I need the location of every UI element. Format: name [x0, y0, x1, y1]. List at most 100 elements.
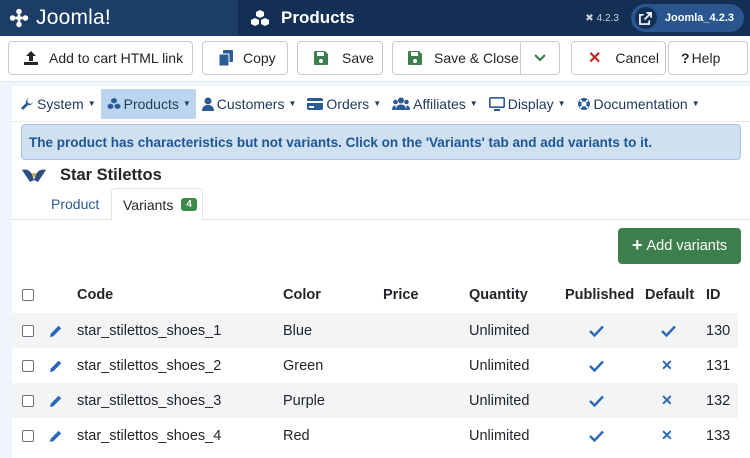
table-row: star_stilettos_shoes_4 Red Unlimited ✕ 133: [12, 418, 738, 453]
menu-orders-label: Orders: [326, 95, 370, 112]
not-default-cross-icon[interactable]: ✕: [661, 383, 673, 418]
published-check-icon[interactable]: [589, 418, 604, 453]
row-select-cell: [22, 418, 34, 453]
edit-pencil-icon[interactable]: [49, 383, 63, 418]
col-quantity[interactable]: Quantity: [469, 278, 528, 312]
edit-pencil-icon[interactable]: [49, 418, 63, 453]
variant-code[interactable]: star_stilettos_shoes_4: [77, 418, 221, 453]
table-header: Code Color Price Quantity Published Defa…: [12, 278, 750, 312]
monitor-icon: [488, 96, 505, 111]
menu-documentation-label: Documentation: [593, 95, 688, 112]
copy-label: Copy: [243, 50, 276, 66]
tab-variants-label: Variants: [123, 196, 174, 213]
row-checkbox[interactable]: [22, 429, 34, 442]
row-select-cell: [22, 383, 34, 418]
save-icon: [408, 51, 422, 65]
save-close-label: Save & Close: [434, 50, 519, 66]
cancel-button[interactable]: ✕ Cancel: [571, 41, 666, 75]
add-to-cart-link-button[interactable]: Add to cart HTML link: [8, 41, 193, 75]
question-icon: ?: [681, 50, 690, 66]
variant-id: 133: [706, 427, 731, 444]
col-price[interactable]: Price: [383, 278, 418, 312]
menu-documentation[interactable]: Documentation ▼: [571, 89, 705, 119]
select-all-checkbox[interactable]: [22, 289, 34, 301]
menu-products[interactable]: Products ▼: [100, 88, 196, 119]
lifebuoy-icon: [577, 97, 590, 110]
col-color[interactable]: Color: [283, 278, 321, 312]
brand-name: Joomla!: [36, 6, 111, 29]
variant-quantity: Unlimited: [469, 357, 530, 374]
not-default-cross-icon[interactable]: ✕: [661, 348, 673, 383]
row-select-cell: [22, 348, 34, 383]
row-checkbox[interactable]: [22, 394, 34, 407]
wrench-icon: [21, 97, 33, 110]
col-code[interactable]: Code: [77, 278, 113, 312]
copy-button[interactable]: Copy: [202, 41, 288, 75]
variant-code[interactable]: star_stilettos_shoes_3: [77, 383, 221, 418]
save-dropdown-toggle[interactable]: [521, 42, 559, 74]
variant-color: Green: [283, 357, 324, 374]
menu-display-label: Display: [507, 95, 554, 112]
product-header: Star Stilettos: [20, 163, 162, 187]
toolbar: Add to cart HTML link Copy Save Save & C…: [0, 36, 750, 82]
col-id[interactable]: ID: [706, 278, 721, 312]
page-title: Products: [281, 8, 355, 27]
joomla-logo[interactable]: Joomla!: [0, 0, 238, 36]
cubes-icon: [251, 10, 269, 26]
variant-quantity: Unlimited: [469, 322, 530, 339]
row-checkbox[interactable]: [22, 359, 34, 372]
variant-color: Red: [283, 427, 310, 444]
published-check-icon[interactable]: [589, 383, 604, 418]
user-icon: [201, 97, 214, 111]
col-default[interactable]: Default: [645, 278, 694, 312]
menu-customers[interactable]: Customers ▼: [196, 89, 302, 119]
help-button[interactable]: ? Help: [668, 41, 748, 75]
save-close-button-group: Save & Close: [392, 41, 560, 75]
variant-color: Blue: [283, 322, 313, 339]
menu-orders[interactable]: Orders ▼: [301, 89, 386, 119]
component-menu: System ▼ Products ▼ Customers ▼ Orders ▼ Aff…: [12, 86, 750, 122]
caret-icon: ▼: [469, 99, 478, 108]
external-link-icon: [634, 7, 657, 29]
tab-product[interactable]: Product: [51, 188, 99, 220]
row-checkbox[interactable]: [22, 324, 34, 337]
version-info: ✖ 4.2.3: [585, 13, 619, 24]
menu-system-label: System: [37, 95, 84, 112]
menu-system[interactable]: System ▼: [14, 89, 101, 119]
site-name: Joomla_4.2.3: [664, 12, 734, 24]
edit-pencil-icon[interactable]: [49, 313, 63, 348]
menu-affiliates[interactable]: Affiliates ▼: [386, 89, 483, 119]
add-variants-button[interactable]: + Add variants: [618, 228, 741, 264]
save-close-button[interactable]: Save & Close: [393, 42, 521, 74]
close-icon: ✕: [588, 50, 602, 67]
site-link-button[interactable]: Joomla_4.2.3: [630, 4, 744, 32]
variant-code[interactable]: star_stilettos_shoes_2: [77, 348, 221, 383]
not-default-cross-icon[interactable]: ✕: [661, 418, 673, 453]
cubes-icon: [107, 97, 120, 110]
table-row: star_stilettos_shoes_2 Green Unlimited ✕ 131: [12, 348, 738, 383]
menu-display[interactable]: Display ▼: [483, 89, 571, 119]
caret-icon: ▼: [691, 99, 700, 108]
menu-customers-label: Customers: [216, 95, 285, 112]
published-check-icon[interactable]: [589, 313, 604, 348]
caret-icon: ▼: [557, 99, 566, 108]
tab-variants[interactable]: Variants 4: [111, 188, 203, 221]
row-select-cell: [22, 313, 34, 348]
chevron-down-icon: [534, 54, 546, 62]
plus-icon: +: [632, 234, 643, 255]
add-to-cart-label: Add to cart HTML link: [49, 50, 184, 66]
default-check-icon[interactable]: [661, 313, 676, 348]
copy-icon: [219, 50, 233, 66]
col-published[interactable]: Published: [565, 278, 634, 312]
menu-affiliates-label: Affiliates: [413, 95, 466, 112]
save-button[interactable]: Save: [297, 41, 383, 75]
main-panel: System ▼ Products ▼ Customers ▼ Orders ▼ Aff…: [12, 86, 750, 458]
edit-pencil-icon[interactable]: [49, 348, 63, 383]
published-check-icon[interactable]: [589, 348, 604, 383]
info-alert: The product has characteristics but not …: [21, 124, 741, 160]
caret-icon: ▼: [288, 99, 297, 108]
joomla-small-icon: ✖: [585, 12, 594, 24]
variant-code[interactable]: star_stilettos_shoes_1: [77, 313, 221, 348]
product-name: Star Stilettos: [60, 165, 162, 184]
help-label: Help: [691, 50, 721, 66]
